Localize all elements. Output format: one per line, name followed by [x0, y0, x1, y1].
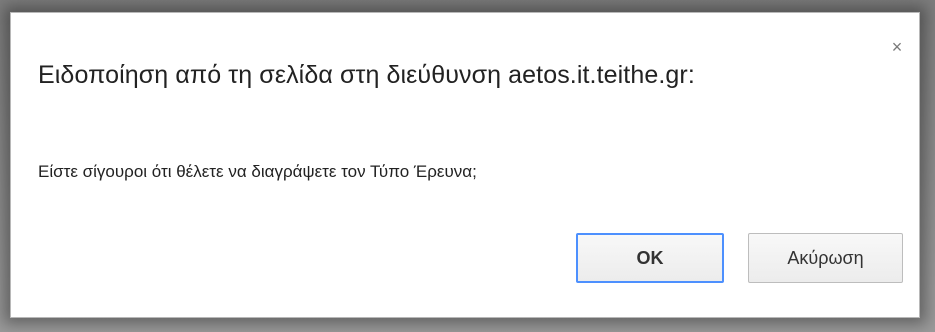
ok-button[interactable]: OK	[576, 233, 724, 283]
dialog-message: Είστε σίγουροι ότι θέλετε να διαγράψετε …	[38, 162, 477, 181]
close-icon[interactable]: ×	[889, 38, 905, 56]
alert-dialog: Ειδοποίηση από τη σελίδα στη διεύθυνση a…	[10, 12, 920, 318]
cancel-button[interactable]: Ακύρωση	[748, 233, 903, 283]
dialog-title: Ειδοποίηση από τη σελίδα στη διεύθυνση a…	[38, 61, 695, 89]
